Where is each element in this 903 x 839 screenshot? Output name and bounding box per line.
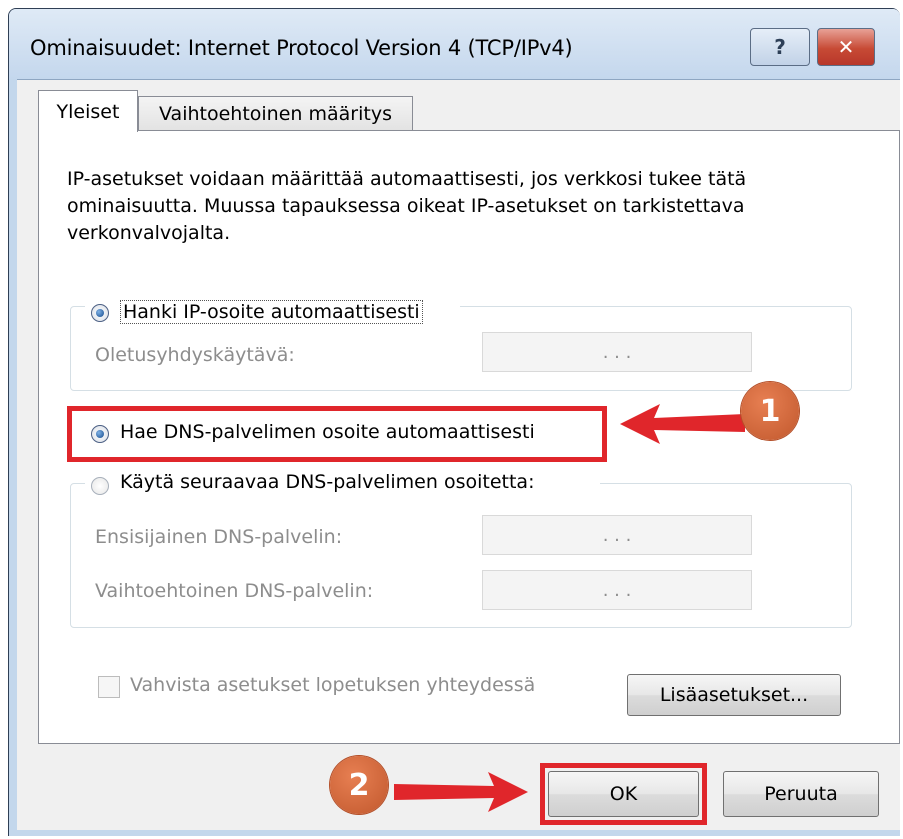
arrow-left-icon xyxy=(620,404,745,444)
window-title: Ominaisuudet: Internet Protocol Version … xyxy=(30,36,573,60)
gateway-input: . . . xyxy=(482,332,752,372)
close-icon: ✕ xyxy=(837,35,855,59)
description-text: IP-asetukset voidaan määrittää automaatt… xyxy=(67,168,747,244)
cancel-button[interactable]: Peruuta xyxy=(723,771,879,817)
advanced-button[interactable]: Lisäasetukset... xyxy=(627,674,841,716)
preferred-dns-label: Ensisijainen DNS-palvelin: xyxy=(95,526,343,548)
tab-alternate-configuration[interactable]: Vaihtoehtoinen määritys xyxy=(138,96,413,131)
close-button[interactable]: ✕ xyxy=(817,28,875,66)
tab-general[interactable]: Yleiset xyxy=(38,90,138,132)
manual-dns-label[interactable]: Käytä seuraavaa DNS-palvelimen osoitetta… xyxy=(120,471,534,493)
auto-dns-radio[interactable] xyxy=(91,425,109,443)
validate-checkbox[interactable] xyxy=(98,676,120,698)
preferred-dns-input: . . . xyxy=(482,515,752,555)
alternate-dns-label: Vaihtoehtoinen DNS-palvelin: xyxy=(95,580,374,602)
help-button[interactable]: ? xyxy=(750,28,810,66)
question-icon: ? xyxy=(774,35,786,59)
auto-ip-label[interactable]: Hanki IP-osoite automaattisesti xyxy=(120,300,423,324)
step-2-badge: 2 xyxy=(330,756,388,814)
manual-dns-radio[interactable] xyxy=(91,477,109,495)
arrow-right-icon xyxy=(394,772,528,812)
validate-label: Vahvista asetukset lopetuksen yhteydessä xyxy=(130,674,536,696)
step-1-badge: 1 xyxy=(741,382,799,440)
gateway-label: Oletusyhdyskäytävä: xyxy=(95,344,295,366)
auto-dns-label[interactable]: Hae DNS-palvelimen osoite automaattisest… xyxy=(120,421,535,443)
auto-ip-radio[interactable] xyxy=(91,304,109,322)
ok-button[interactable]: OK xyxy=(548,771,699,817)
alternate-dns-input: . . . xyxy=(482,570,752,610)
